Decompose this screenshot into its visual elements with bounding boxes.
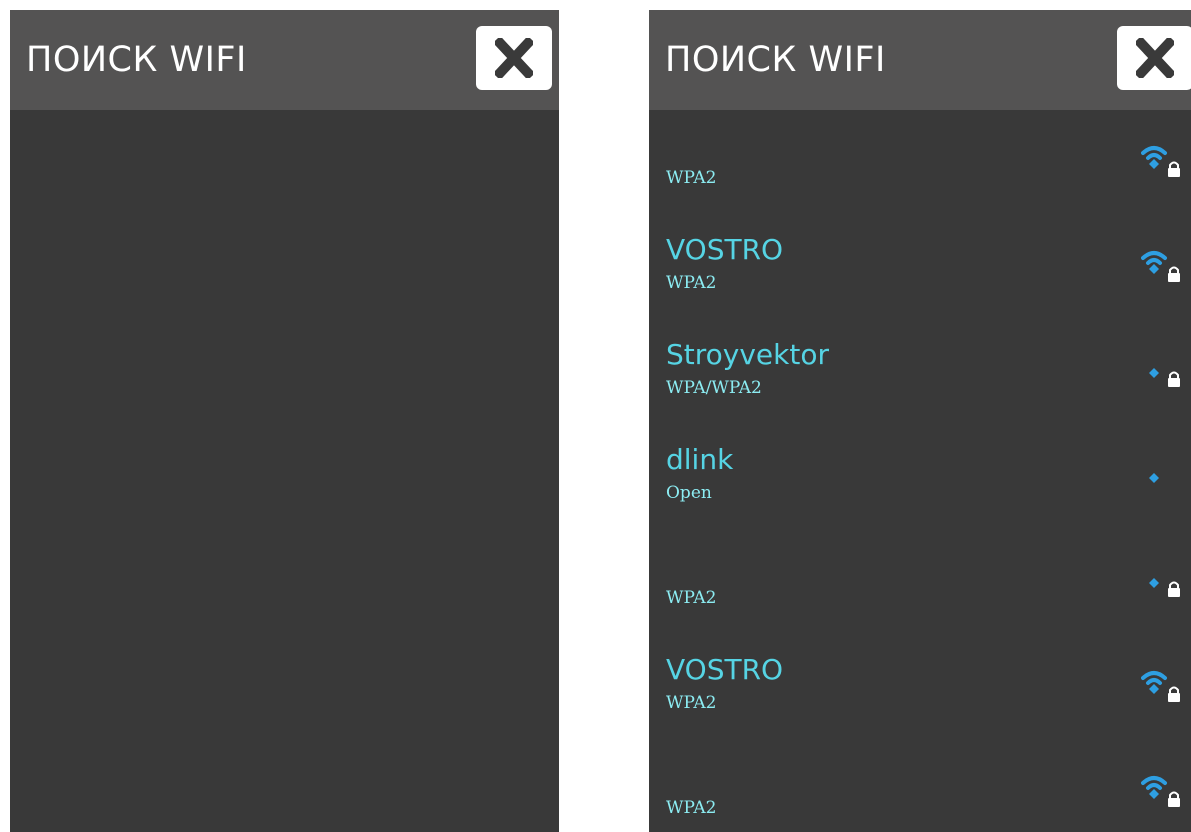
network-security: Open — [666, 483, 712, 503]
signal-indicator — [1141, 144, 1189, 180]
lock-icon — [1168, 266, 1180, 282]
page-title: ПОИСК WIFI — [665, 40, 886, 80]
wifi-signal-weak-icon — [1149, 368, 1159, 378]
network-item[interactable]: WPA2 — [649, 740, 1191, 832]
lock-icon — [1168, 161, 1180, 177]
lock-icon — [1168, 791, 1180, 807]
wifi-signal-weak-icon — [1149, 473, 1159, 483]
close-button[interactable] — [476, 26, 552, 90]
wifi-signal-strong-icon — [1141, 146, 1167, 169]
signal-indicator — [1141, 564, 1189, 600]
network-item[interactable]: WPA2 — [649, 110, 1191, 215]
wifi-signal-strong-icon — [1141, 671, 1167, 694]
network-list — [10, 110, 559, 832]
network-item[interactable]: WPA2 — [649, 530, 1191, 635]
network-list: WPA2 VOSTRO WPA2 Stroyvektor WPA/WPA2 dl… — [649, 110, 1191, 832]
page-title: ПОИСК WIFI — [26, 40, 247, 80]
network-security: WPA2 — [666, 798, 717, 818]
close-icon — [1136, 38, 1174, 78]
signal-indicator — [1141, 249, 1189, 285]
network-ssid: VOSTRO — [666, 233, 784, 266]
lock-icon — [1168, 581, 1180, 597]
network-ssid: dlink — [666, 443, 734, 476]
network-item[interactable]: VOSTRO WPA2 — [649, 215, 1191, 320]
network-security: WPA2 — [666, 693, 717, 713]
network-ssid: Stroyvektor — [666, 338, 829, 371]
close-button[interactable] — [1117, 26, 1191, 90]
header: ПОИСК WIFI — [649, 10, 1191, 110]
signal-indicator — [1141, 774, 1189, 810]
lock-icon — [1168, 686, 1180, 702]
network-item[interactable]: VOSTRO WPA2 — [649, 635, 1191, 740]
signal-indicator — [1141, 354, 1189, 390]
wifi-search-panel-results: ПОИСК WIFI WPA2 VOSTRO WPA2 Stroyvektor … — [649, 10, 1191, 832]
wifi-signal-strong-icon — [1141, 776, 1167, 799]
signal-indicator — [1141, 669, 1189, 705]
header: ПОИСК WIFI — [10, 10, 559, 110]
network-item[interactable]: Stroyvektor WPA/WPA2 — [649, 320, 1191, 425]
network-security: WPA/WPA2 — [666, 378, 762, 398]
wifi-signal-strong-icon — [1141, 251, 1167, 274]
network-item[interactable]: dlink Open — [649, 425, 1191, 530]
wifi-signal-weak-icon — [1149, 578, 1159, 588]
network-security: WPA2 — [666, 273, 717, 293]
network-security: WPA2 — [666, 168, 717, 188]
wifi-search-panel-empty: ПОИСК WIFI — [10, 10, 559, 832]
signal-indicator — [1141, 459, 1189, 495]
network-ssid: VOSTRO — [666, 653, 784, 686]
close-icon — [495, 38, 533, 78]
lock-icon — [1168, 371, 1180, 387]
network-security: WPA2 — [666, 588, 717, 608]
